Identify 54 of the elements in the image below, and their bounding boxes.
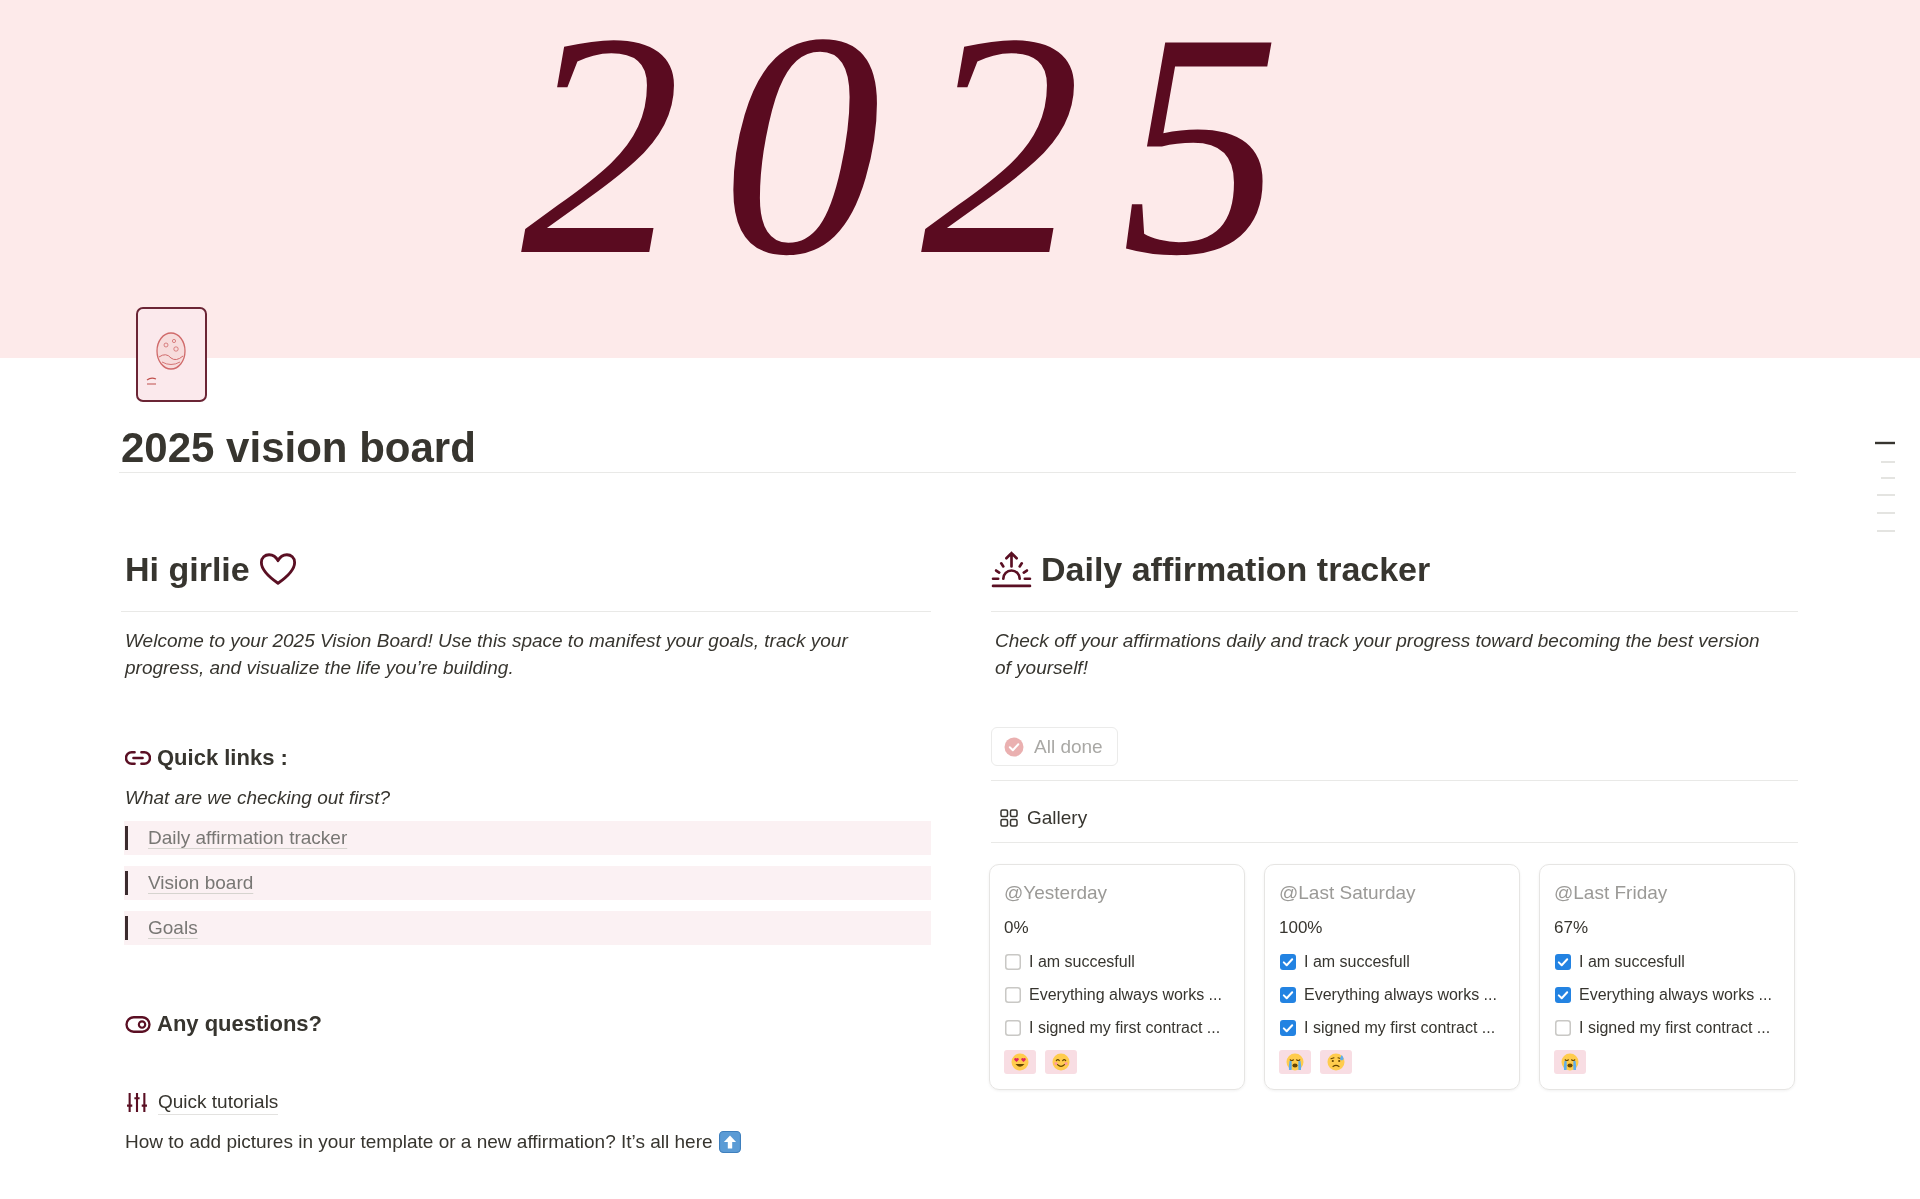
cover-lettering: 2025 bbox=[521, 0, 1321, 288]
card-date: @Last Friday bbox=[1554, 881, 1669, 905]
affirmation-text: Everything always works ... bbox=[1029, 984, 1222, 1005]
crying-emoji-icon bbox=[1279, 1050, 1311, 1074]
gallery-grid-icon bbox=[1000, 808, 1018, 827]
page-link[interactable]: Vision board bbox=[148, 871, 254, 895]
sunrise-icon bbox=[991, 550, 1032, 588]
page-title: 2025 vision board bbox=[121, 424, 476, 472]
affirmation-text: I am succesfull bbox=[1304, 951, 1410, 972]
crying-emoji-icon bbox=[1554, 1050, 1586, 1074]
smiling-emoji-icon bbox=[1045, 1050, 1077, 1074]
checkbox[interactable] bbox=[1005, 953, 1021, 970]
checkbox[interactable] bbox=[1005, 1019, 1021, 1036]
gallery-card[interactable]: @Last Friday 67% I am succesfull Everything always works ... I signed my first contract ... bbox=[1539, 864, 1795, 1090]
sad-emoji-icon bbox=[1320, 1050, 1352, 1074]
checkbox[interactable] bbox=[1280, 953, 1296, 970]
affirmation-text: I signed my first contract ... bbox=[1029, 1017, 1221, 1038]
card-date: @Yesterday bbox=[1004, 881, 1109, 905]
prompt-text: What are we checking out first? bbox=[124, 786, 392, 810]
link-icon bbox=[125, 750, 151, 766]
sliders-icon bbox=[126, 1091, 148, 1113]
intro-paragraph: Check off your affirmations daily and track your progress toward becoming the best version of yourself! bbox=[994, 629, 1761, 680]
intro-paragraph: Welcome to your 2025 Vision Board! Use this space to manifest your goals, track your progress, and visualize the life you’re building. bbox=[123, 629, 850, 680]
page-link[interactable]: Goals bbox=[148, 916, 198, 940]
subheading: Any questions? bbox=[157, 1010, 322, 1038]
progress-percent: 67% bbox=[1554, 917, 1590, 939]
card-date: @Last Saturday bbox=[1279, 881, 1417, 905]
checkbox[interactable] bbox=[1555, 1019, 1571, 1036]
gallery-view-tab[interactable]: Gallery bbox=[1000, 806, 1088, 829]
subheading: Quick links : bbox=[157, 744, 288, 772]
page-link[interactable]: Daily affirmation tracker bbox=[148, 826, 348, 850]
heart-icon bbox=[258, 552, 297, 586]
checkbox[interactable] bbox=[1005, 986, 1021, 1003]
checkbox[interactable] bbox=[1280, 1019, 1296, 1036]
help-text: How to add pictures in your template or a new affirmation? It’s all here bbox=[125, 1130, 713, 1154]
affirmation-text: I am succesfull bbox=[1579, 951, 1685, 972]
affirmation-text: Everything always works ... bbox=[1579, 984, 1772, 1005]
check-circle-icon bbox=[1004, 736, 1024, 757]
progress-percent: 100% bbox=[1279, 917, 1324, 939]
checkbox[interactable] bbox=[1555, 986, 1571, 1003]
checkbox[interactable] bbox=[1555, 953, 1571, 970]
affirmation-text: I signed my first contract ... bbox=[1304, 1017, 1496, 1038]
gallery-card[interactable]: @Yesterday 0% I am succesfull Everything always works ... I signed my first contract ... bbox=[989, 864, 1245, 1090]
affirmation-text: I am succesfull bbox=[1029, 951, 1135, 972]
affirmation-text: I signed my first contract ... bbox=[1579, 1017, 1771, 1038]
progress-percent: 0% bbox=[1004, 917, 1030, 939]
section-heading: Hi girlie bbox=[125, 549, 250, 589]
heart-eyes-emoji-icon bbox=[1004, 1050, 1036, 1074]
section-heading: Daily affirmation tracker bbox=[1041, 549, 1431, 589]
tutorial-link[interactable]: Quick tutorials bbox=[158, 1089, 279, 1115]
toggle-icon bbox=[125, 1015, 151, 1033]
affirmation-text: Everything always works ... bbox=[1304, 984, 1497, 1005]
gallery-card[interactable]: @Last Saturday 100% I am succesfull Everything always works ... I signed my first contract ... bbox=[1264, 864, 1520, 1090]
checkbox[interactable] bbox=[1280, 986, 1296, 1003]
